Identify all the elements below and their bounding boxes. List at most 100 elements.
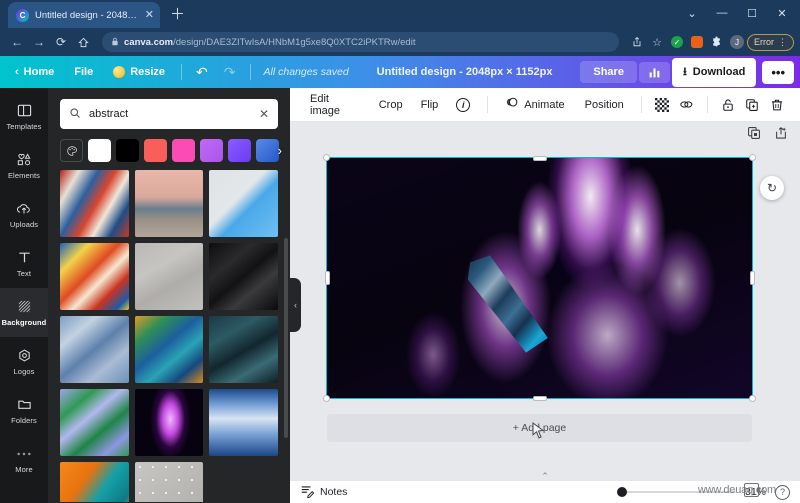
- animate-button[interactable]: Animate: [497, 91, 572, 118]
- zoom-slider-track[interactable]: [616, 487, 736, 497]
- sidebar-item-uploads[interactable]: Uploads: [0, 190, 48, 239]
- download-button[interactable]: ⭳ Download: [671, 57, 757, 87]
- notes-button[interactable]: Notes: [300, 484, 347, 501]
- thumbnail-surfboards-on-sand[interactable]: [134, 170, 204, 237]
- thumbnail-orange-teal-paint[interactable]: [60, 462, 129, 502]
- link-icon[interactable]: [675, 93, 697, 116]
- transparency-icon[interactable]: [651, 93, 673, 116]
- search-input[interactable]: [89, 108, 251, 120]
- resize-handle-tl[interactable]: [323, 154, 330, 161]
- lock-icon[interactable]: [717, 93, 739, 116]
- home-icon[interactable]: [72, 31, 94, 53]
- color-picker-button[interactable]: [60, 139, 83, 162]
- sidebar-item-logos[interactable]: Logos: [0, 337, 48, 386]
- flip-button[interactable]: Flip: [413, 94, 447, 116]
- swatch-white[interactable]: [88, 139, 111, 162]
- rotate-handle[interactable]: ↻: [760, 176, 784, 200]
- swatch-blue[interactable]: [256, 139, 279, 162]
- window-close-icon[interactable]: ✕: [768, 2, 796, 24]
- sidebar-item-more[interactable]: More: [0, 435, 48, 484]
- bookmark-star-icon[interactable]: ☆: [647, 32, 667, 52]
- forward-icon[interactable]: →: [28, 31, 50, 53]
- canvas-area[interactable]: ↻ + Add page: [290, 122, 800, 478]
- swatch-black[interactable]: [116, 139, 139, 162]
- thumbnail-abstract-paint-red-blue[interactable]: [60, 170, 129, 237]
- insights-chart-icon[interactable]: [638, 61, 670, 83]
- thumbnail-purple-flame[interactable]: [134, 389, 204, 456]
- position-button[interactable]: Position: [577, 94, 632, 116]
- extensions-puzzle-icon[interactable]: [707, 32, 727, 52]
- clear-search-icon[interactable]: ✕: [259, 107, 269, 121]
- thumbnail-green-purple-paint[interactable]: [60, 389, 129, 456]
- artboard[interactable]: [327, 158, 752, 398]
- close-icon[interactable]: ✕: [145, 9, 154, 21]
- resize-button[interactable]: Resize: [104, 62, 174, 82]
- chevron-down-icon[interactable]: ⌄: [678, 2, 706, 24]
- chevron-right-icon[interactable]: ›: [278, 143, 282, 158]
- file-menu-button[interactable]: File: [65, 62, 102, 82]
- search-box[interactable]: ✕: [60, 99, 278, 129]
- edit-image-button[interactable]: Edit image: [302, 88, 369, 122]
- swatch-purple[interactable]: [228, 139, 251, 162]
- browser-tab[interactable]: C Untitled design - 2048 × 1152px ✕: [8, 2, 160, 28]
- timeline-collapse-chevron[interactable]: ⌃: [290, 471, 800, 481]
- reload-icon[interactable]: ⟳: [50, 31, 72, 53]
- add-page-button[interactable]: + Add page: [327, 414, 752, 442]
- crop-button[interactable]: Crop: [371, 94, 411, 116]
- sidebar-item-text[interactable]: Text: [0, 239, 48, 288]
- new-tab-button[interactable]: ＋: [170, 3, 185, 24]
- resize-handle-br[interactable]: [749, 395, 756, 402]
- thumbnail-concrete-texture[interactable]: [134, 243, 204, 310]
- duplicate-icon[interactable]: [741, 93, 763, 116]
- duplicate-page-icon[interactable]: [747, 126, 761, 140]
- thumbnail-dark-teal-texture[interactable]: [209, 316, 278, 383]
- share-icon[interactable]: [627, 32, 647, 52]
- zoom-slider-knob[interactable]: [616, 487, 627, 497]
- thumbnail-abstract-blue-yellow-red[interactable]: [60, 243, 129, 310]
- panel-scrollbar[interactable]: [284, 238, 288, 438]
- thumbnail-blue-marble-texture[interactable]: [60, 316, 129, 383]
- address-bar[interactable]: canva.com/design/DAE3ZITwIsA/HNbM1g5xe8Q…: [102, 32, 619, 52]
- swatch-violet[interactable]: [200, 139, 223, 162]
- resize-handle-left[interactable]: [324, 271, 330, 285]
- thumbnail-dark-dumbbells[interactable]: [209, 243, 278, 310]
- thumbnail-blue-sky-white-wall[interactable]: [209, 170, 278, 237]
- back-icon[interactable]: ←: [6, 31, 28, 53]
- selected-image-frame[interactable]: ↻: [323, 154, 784, 402]
- sidebar-item-background[interactable]: Background: [0, 288, 48, 337]
- resize-handle-bl[interactable]: [323, 395, 330, 402]
- resize-handle-tr[interactable]: [749, 154, 756, 161]
- extension-orange-icon[interactable]: [687, 32, 707, 52]
- thumbnail-abstract-green-blue-orange[interactable]: [134, 316, 204, 383]
- color-swatch-row: ›: [48, 129, 290, 170]
- minimize-icon[interactable]: —: [708, 2, 736, 24]
- resize-handle-top[interactable]: [532, 155, 547, 161]
- delete-icon[interactable]: [766, 93, 788, 116]
- share-button[interactable]: Share: [580, 61, 637, 83]
- sidebar-item-folders[interactable]: Folders: [0, 386, 48, 435]
- error-badge[interactable]: Error ⋮: [747, 33, 794, 51]
- swatch-pink[interactable]: [172, 139, 195, 162]
- more-options-button[interactable]: •••: [762, 60, 795, 84]
- sidebar-item-templates[interactable]: Templates: [0, 92, 48, 141]
- maximize-icon[interactable]: ☐: [738, 2, 766, 24]
- thumbnail-metal-dots-texture[interactable]: [134, 462, 204, 502]
- zoom-control[interactable]: 31% ?: [616, 484, 790, 500]
- add-page-icon[interactable]: [774, 126, 788, 140]
- info-button[interactable]: i: [448, 93, 478, 117]
- redo-icon[interactable]: ↷: [217, 62, 243, 83]
- undo-icon[interactable]: ↶: [189, 62, 215, 83]
- thumbnail-blue-gradient-knit[interactable]: [209, 389, 278, 456]
- profile-avatar[interactable]: J: [727, 32, 747, 52]
- document-title[interactable]: Untitled design - 2048px × 1152px: [377, 66, 553, 78]
- swatch-red[interactable]: [144, 139, 167, 162]
- kebab-menu-icon[interactable]: ⋮: [778, 37, 787, 48]
- extension-shield-icon[interactable]: ✓: [667, 32, 687, 52]
- home-button[interactable]: ‹ Home: [6, 62, 63, 82]
- resize-handle-bottom[interactable]: [532, 395, 547, 401]
- sidebar-item-elements[interactable]: Elements: [0, 141, 48, 190]
- panel-collapse-handle[interactable]: ‹: [290, 278, 301, 332]
- help-icon[interactable]: ?: [775, 484, 790, 500]
- resize-handle-right[interactable]: [749, 271, 755, 285]
- zoom-percentage: 31%: [744, 486, 766, 498]
